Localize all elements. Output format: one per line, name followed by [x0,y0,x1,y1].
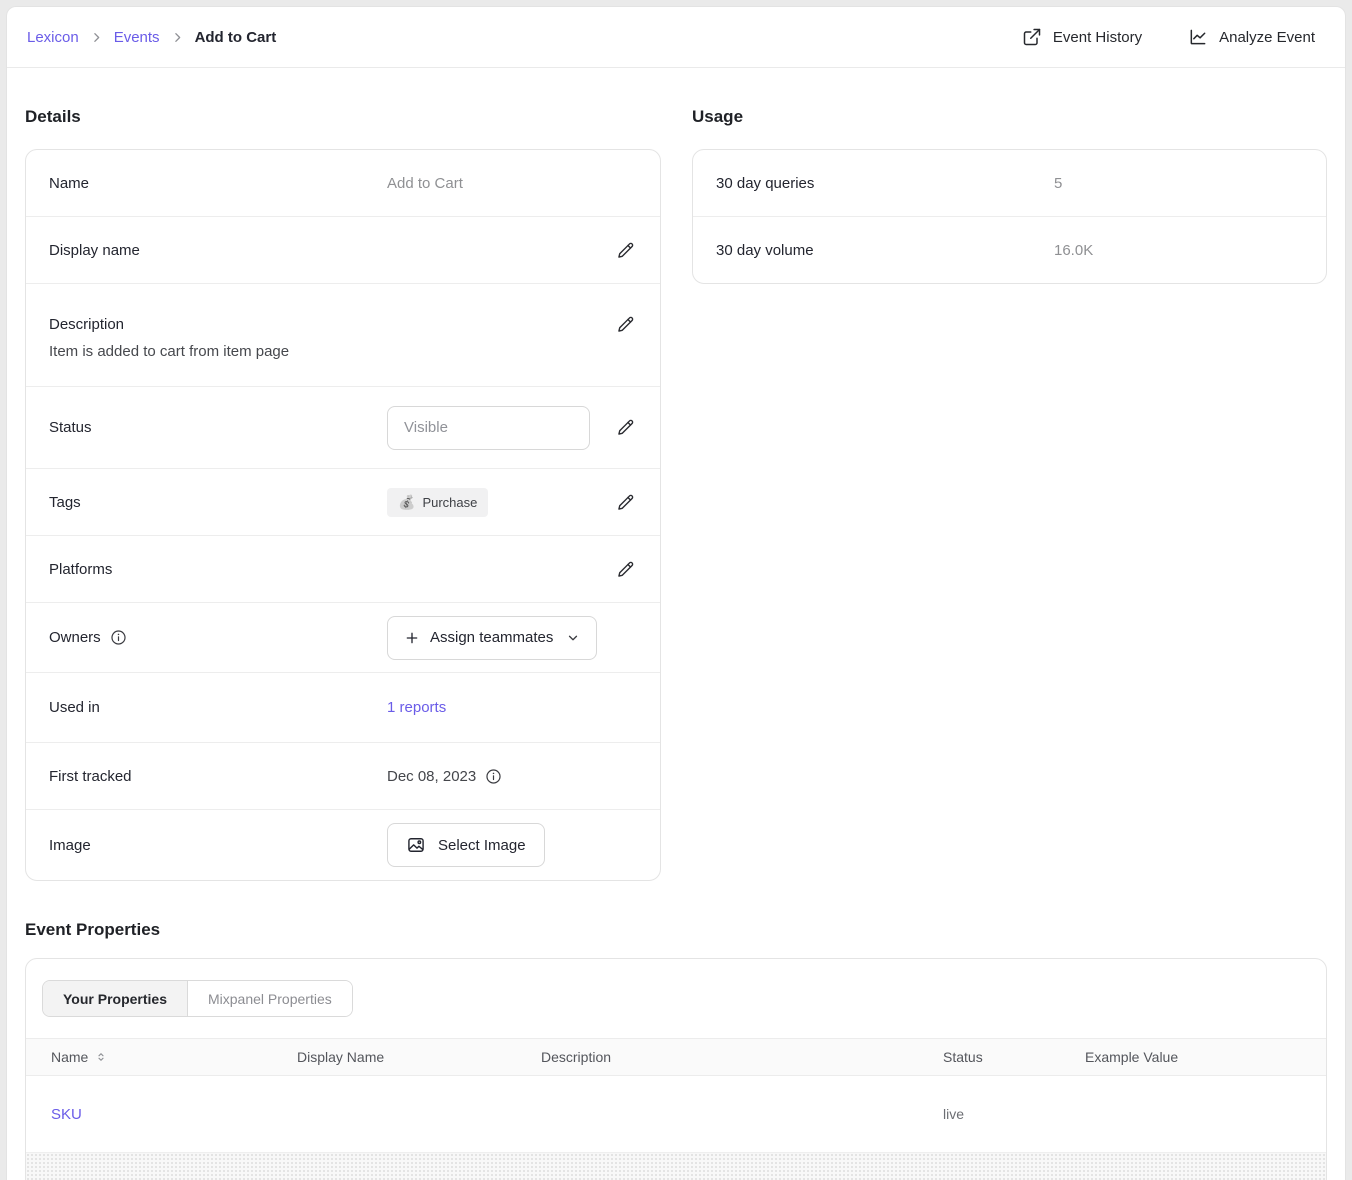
sort-icon[interactable] [95,1051,107,1063]
column-header-display-name: Display Name [297,1049,541,1065]
edit-status-pencil-icon[interactable] [615,417,636,438]
name-value: Add to Cart [387,175,463,192]
details-card: Name Add to Cart Display name Descriptio… [25,149,661,881]
column-header-example-value: Example Value [1085,1049,1326,1065]
edit-platforms-pencil-icon[interactable] [615,559,636,580]
line-chart-icon [1188,27,1208,47]
analyze-event-button[interactable]: Analyze Event [1188,27,1315,47]
tag-chip-label: Purchase [422,495,477,510]
usage-row-queries: 30 day queries 5 [693,150,1326,216]
assign-teammates-label: Assign teammates [430,629,553,646]
image-label: Image [49,837,387,854]
queries-value: 5 [1054,175,1062,192]
detail-row-owners: Owners Assign teammates [26,602,660,672]
tags-label: Tags [49,494,387,511]
property-name-link[interactable]: SKU [51,1106,297,1123]
external-link-icon [1022,27,1042,47]
status-input[interactable] [387,406,590,450]
display-name-label: Display name [49,242,387,259]
detail-row-description: Description Item is added to cart from i… [26,283,660,386]
tag-chip-purchase[interactable]: 💰 Purchase [387,488,488,517]
select-image-label: Select Image [438,837,526,854]
used-in-label: Used in [49,699,387,716]
chevron-right-icon [90,31,103,44]
description-label: Description [49,316,387,333]
detail-row-image: Image Select Image [26,809,660,880]
usage-column: Usage 30 day queries 5 30 day volume 16.… [692,68,1327,881]
event-history-button[interactable]: Event History [1022,27,1142,47]
top-bar: Lexicon Events Add to Cart Event History [7,7,1345,68]
properties-table-header: Name Display Name Description Status Exa… [26,1038,1326,1076]
first-tracked-label: First tracked [49,768,387,785]
breadcrumb-lexicon[interactable]: Lexicon [27,29,79,46]
property-row-sku[interactable]: SKU live [26,1076,1326,1152]
detail-row-used-in: Used in 1 reports [26,672,660,742]
content-area: Details Name Add to Cart Display name [7,68,1345,1180]
used-in-reports-link[interactable]: 1 reports [387,699,446,716]
tab-mixpanel-properties[interactable]: Mixpanel Properties [187,981,352,1016]
description-value: Item is added to cart from item page [49,343,636,360]
info-icon[interactable] [110,629,127,646]
property-status: live [943,1106,1085,1122]
plus-icon [404,630,420,646]
column-header-name[interactable]: Name [51,1049,88,1065]
detail-row-display-name: Display name [26,216,660,283]
chevron-right-icon [171,31,184,44]
top-actions: Event History Analyze Event [1022,27,1315,47]
detail-row-name: Name Add to Cart [26,150,660,216]
breadcrumb-current-event: Add to Cart [195,29,277,46]
analyze-event-label: Analyze Event [1219,29,1315,46]
event-properties-card: Your Properties Mixpanel Properties Name… [25,958,1327,1180]
edit-display-name-pencil-icon[interactable] [615,240,636,261]
info-icon[interactable] [485,768,502,785]
lexicon-event-detail-page: Lexicon Events Add to Cart Event History [6,6,1346,1180]
volume-value: 16.0K [1054,242,1093,259]
usage-row-volume: 30 day volume 16.0K [693,216,1326,283]
page-background: Lexicon Events Add to Cart Event History [0,0,1352,1180]
edit-tags-pencil-icon[interactable] [615,492,636,513]
detail-row-tags: Tags 💰 Purchase [26,468,660,535]
status-label: Status [49,419,387,436]
property-row-scroll-percent[interactable]: Scroll % live [26,1152,1326,1180]
platforms-label: Platforms [49,561,387,578]
column-header-description: Description [541,1049,943,1065]
detail-row-first-tracked: First tracked Dec 08, 2023 [26,742,660,809]
name-label: Name [49,175,387,192]
usage-card: 30 day queries 5 30 day volume 16.0K [692,149,1327,284]
detail-row-platforms: Platforms [26,535,660,602]
detail-row-status: Status [26,386,660,468]
image-icon [406,835,426,855]
first-tracked-value: Dec 08, 2023 [387,768,476,785]
usage-title: Usage [692,107,1327,127]
column-header-status: Status [943,1049,1085,1065]
chevron-down-icon [566,631,580,645]
breadcrumb: Lexicon Events Add to Cart [27,29,276,46]
details-title: Details [25,107,661,127]
select-image-button[interactable]: Select Image [387,823,545,867]
queries-label: 30 day queries [716,175,1054,192]
volume-label: 30 day volume [716,242,1054,259]
assign-teammates-button[interactable]: Assign teammates [387,616,597,660]
tab-your-properties[interactable]: Your Properties [43,981,187,1016]
event-history-label: Event History [1053,29,1142,46]
edit-description-pencil-icon[interactable] [615,314,636,335]
owners-label: Owners [49,629,101,646]
event-properties-title: Event Properties [25,920,1327,940]
properties-tab-group: Your Properties Mixpanel Properties [42,980,353,1017]
breadcrumb-events[interactable]: Events [114,29,160,46]
money-bag-icon: 💰 [398,495,415,509]
details-column: Details Name Add to Cart Display name [25,68,661,881]
